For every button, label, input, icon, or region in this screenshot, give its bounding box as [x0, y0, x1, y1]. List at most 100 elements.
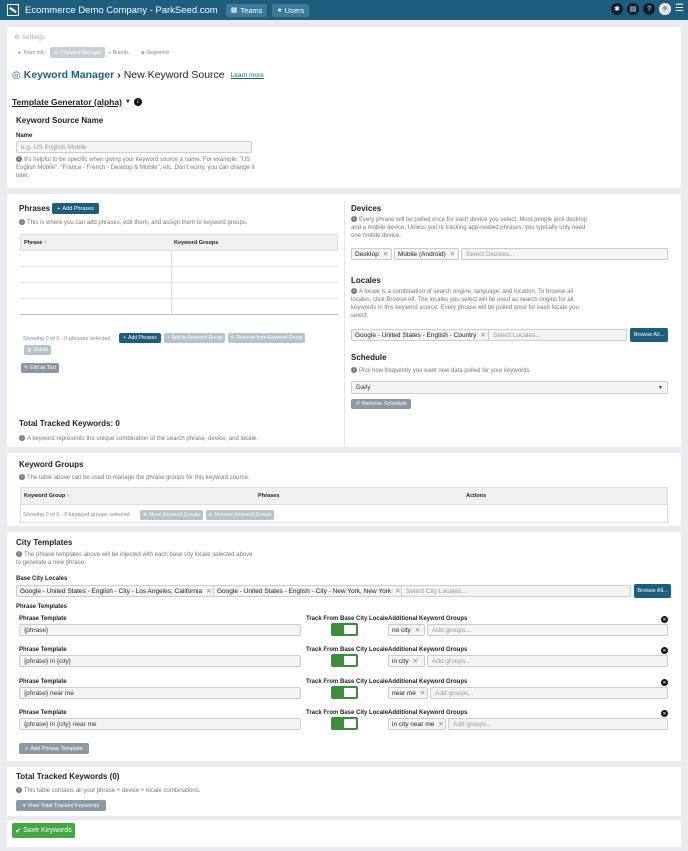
user-avatar[interactable]	[659, 3, 672, 15]
info-icon[interactable]: i	[133, 98, 142, 106]
schedule-select[interactable]: Daily ▼	[351, 381, 668, 394]
save-keywords-button[interactable]: ✔ Save Keywords	[12, 823, 75, 838]
track-base-city-label: Track From Base City Locale	[306, 616, 389, 622]
view-total-tracked-keywords-button[interactable]: ▾ View Total Tracked Keywords	[16, 800, 106, 811]
name-help-text-3: later.	[16, 173, 30, 179]
add-to-keyword-group-button[interactable]: + Add to Keyword Group	[164, 333, 225, 343]
app-logo-icon[interactable]	[7, 4, 19, 16]
add-groups-input[interactable]: Add groups...	[448, 718, 668, 730]
remove-tag-icon[interactable]: ✕	[395, 587, 400, 595]
remove-schedule-button[interactable]: ↺ Remove Schedule	[351, 399, 411, 409]
add-phrases-footer-button[interactable]: + Add Phrases	[119, 333, 161, 343]
info-icon: i	[19, 474, 25, 481]
calendar-icon[interactable]: ▤	[627, 3, 640, 15]
template-generator-dropdown[interactable]: Template Generator (alpha) ▼ i	[12, 97, 144, 107]
teams-button[interactable]: ▦ Teams	[225, 3, 268, 17]
remove-template-icon[interactable]: ✕	[661, 647, 668, 654]
phrase-template-input[interactable]: {phrase} in {city}	[19, 655, 301, 667]
keyword-group-tag: in city near me ✕	[388, 718, 446, 730]
tab-segments[interactable]: ◈ Segments	[137, 47, 173, 58]
phrase-template-input[interactable]: {phrase} near me	[19, 687, 301, 699]
track-base-city-toggle[interactable]	[331, 654, 358, 667]
remove-from-keyword-group-button[interactable]: ⊖ Remove from Keyword Group	[228, 333, 305, 343]
remove-tag-icon[interactable]: ✕	[438, 720, 443, 728]
devices-help-2: and a mobile device. Unless you're track…	[351, 225, 586, 231]
breadcrumb-separator: ›	[117, 69, 121, 81]
vertical-divider	[344, 201, 345, 447]
name-input[interactable]: e.g. US English Mobile	[16, 141, 252, 153]
remove-tag-icon[interactable]: ✕	[480, 331, 485, 339]
additional-keyword-groups-label: Additional Keyword Groups	[388, 679, 468, 685]
track-base-city-label: Track From Base City Locale	[306, 710, 389, 716]
col-keyword-group[interactable]: Keyword Group ↑	[24, 493, 70, 499]
locales-help-3: keywords in this keyword source. Every p…	[351, 305, 579, 311]
remove-tag-icon[interactable]: ✕	[420, 689, 425, 697]
remove-icon: ⊖	[230, 335, 235, 341]
schedule-help: i Pick how frequently you want new data p…	[351, 367, 531, 375]
additional-keyword-groups-label: Additional Keyword Groups	[388, 647, 468, 653]
plus-icon: +	[123, 335, 127, 341]
undo-icon: ↺	[355, 401, 360, 407]
edit-as-text-button[interactable]: ✎ Edit as Text	[21, 363, 59, 373]
remove-template-icon[interactable]: ✕	[661, 710, 668, 717]
select-locales-input[interactable]: Select Locales...	[488, 329, 627, 341]
help-icon[interactable]: ?	[643, 3, 656, 15]
move-keyword-groups-button[interactable]: ✥ Move Keyword Groups	[140, 510, 203, 520]
plus-icon: +	[57, 205, 61, 212]
tab-keyword-manager[interactable]: ◎ Keyword Manager	[50, 47, 105, 58]
select-devices-input[interactable]: Select Devices...	[461, 248, 668, 260]
tab-brands[interactable]: ▪ Brands	[105, 47, 133, 58]
caret-down-icon: ▼	[658, 384, 663, 391]
total-tracked-help: iA keyword represents the unique combina…	[19, 435, 258, 443]
add-phrase-template-button[interactable]: + Add Phrase Template	[19, 743, 89, 754]
base-city-tag-la: Google - United States - English - City …	[16, 585, 216, 597]
add-phrases-button[interactable]: + Add Phrases	[52, 203, 99, 214]
info-icon: i	[351, 367, 357, 374]
remove-tag-icon[interactable]: ✕	[450, 250, 455, 258]
hamburger-menu-icon[interactable]: ☰	[675, 4, 684, 14]
learn-more-link[interactable]: Learn more	[231, 72, 264, 79]
info-icon: i	[16, 156, 22, 163]
tab-team-info[interactable]: ● Team info	[14, 47, 49, 58]
remove-tag-icon[interactable]: ✕	[415, 626, 420, 634]
track-base-city-toggle[interactable]	[331, 686, 358, 699]
remove-tag-icon[interactable]: ✕	[206, 587, 211, 595]
breadcrumb-keyword-manager[interactable]: Keyword Manager	[24, 69, 114, 81]
add-groups-input[interactable]: Add groups...	[427, 655, 668, 667]
segments-icon: ◈	[141, 49, 145, 56]
col-actions: Actions	[466, 493, 487, 499]
col-phrase[interactable]: Phrase ↑	[24, 240, 47, 246]
phrases-table-header: Phrase ↑ Keyword Groups	[20, 234, 338, 251]
phrase-template-input[interactable]: {phrase} in {city} near me	[19, 718, 301, 730]
track-base-city-toggle[interactable]	[331, 717, 358, 730]
users-button[interactable]: ● Users	[272, 3, 310, 17]
remove-template-icon[interactable]: ✕	[661, 679, 668, 686]
section-divider	[7, 816, 681, 820]
name-help-text-2: English Mobile", "France - French - Desk…	[16, 165, 255, 171]
page-title: ◎ Keyword Manager › New Keyword Source L…	[12, 69, 264, 81]
browse-locales-button[interactable]: Browse All...	[630, 328, 668, 342]
settings-gear-icon[interactable]: ✱	[611, 3, 624, 15]
add-groups-input[interactable]: Add groups...	[430, 687, 668, 699]
select-city-locales-input[interactable]: Select City Locales...	[401, 585, 631, 597]
phrase-template-input[interactable]: {phrase}	[19, 624, 301, 636]
section-divider	[7, 526, 681, 532]
add-groups-input[interactable]: Add groups...	[427, 624, 668, 636]
sort-up-icon: ↑	[43, 239, 47, 246]
company-name[interactable]: Ecommerce Demo Company - ParkSeed.com	[25, 5, 218, 16]
track-base-city-label: Track From Base City Locale	[306, 679, 389, 685]
total-tracked-keywords-help: i This table contains all your phrase + d…	[16, 787, 200, 795]
delete-button[interactable]: ▥ Delete	[24, 345, 51, 355]
remove-keyword-groups-button[interactable]: ⊖ Remove Keyword Groups	[206, 510, 274, 520]
info-icon: i	[16, 551, 22, 558]
track-base-city-toggle[interactable]	[331, 623, 358, 636]
remove-template-icon[interactable]: ✕	[661, 616, 668, 623]
remove-tag-icon[interactable]: ✕	[383, 250, 388, 258]
caret-down-icon: ▼	[124, 99, 131, 105]
keyword-groups-help: i The table above can be used to manage t…	[19, 474, 249, 482]
browse-city-locales-button[interactable]: Browse All...	[634, 584, 671, 598]
target-icon: ◎	[54, 49, 59, 56]
brands-icon: ▪	[109, 49, 111, 56]
remove-tag-icon[interactable]: ✕	[413, 657, 418, 665]
toggle-knob	[344, 625, 356, 634]
